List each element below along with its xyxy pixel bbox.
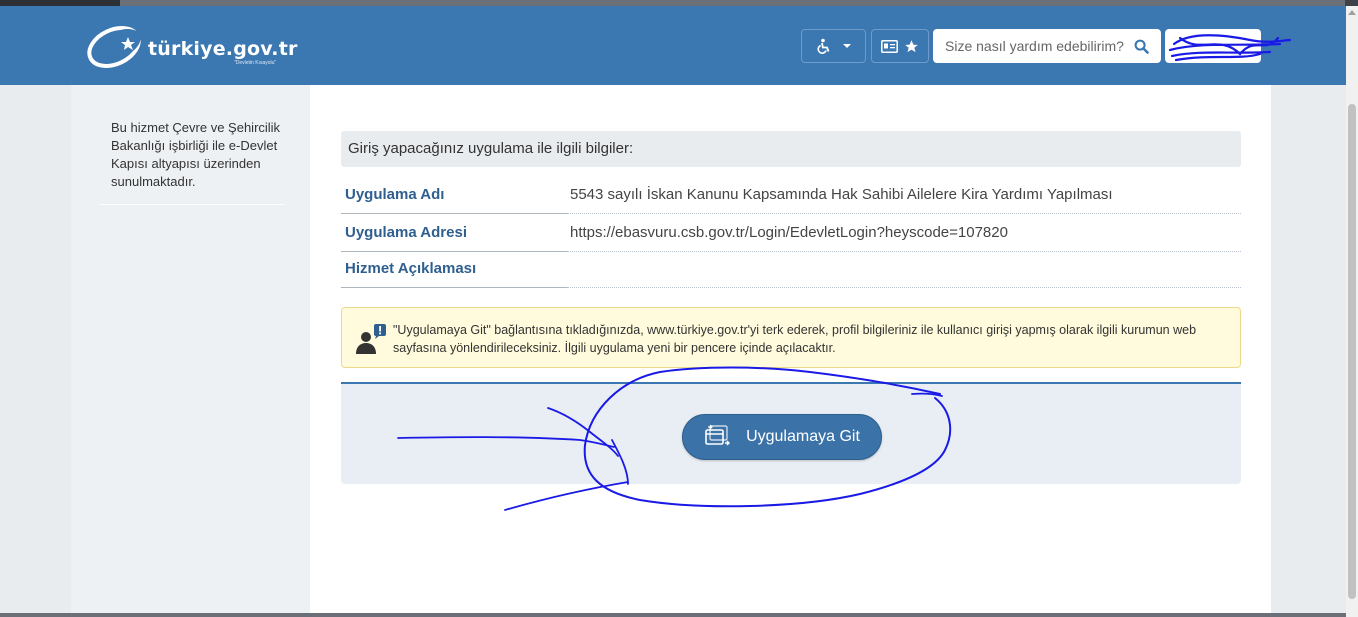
row-value: https://ebasvuru.csb.gov.tr/Login/Edevle… [567, 214, 1241, 252]
chevron-down-icon [842, 44, 851, 48]
logo-tagline: "Devletin Kısayolu" [234, 60, 277, 66]
row-value: 5543 sayılı İskan Kanunu Kapsamında Hak … [567, 176, 1241, 214]
user-alert-icon [356, 324, 386, 354]
go-to-application-button[interactable]: Uygulamaya Git [682, 414, 882, 460]
notice-text: "Uygulamaya Git" bağlantısına tıkladığın… [393, 323, 1197, 355]
info-section-header: Giriş yapacağınız uygulama ile ilgili bi… [341, 131, 1241, 167]
page-scrollbar[interactable] [1346, 6, 1358, 617]
search-icon[interactable] [1134, 39, 1149, 54]
row-label: Hizmet Açıklaması [341, 250, 567, 288]
search-input[interactable] [943, 37, 1128, 55]
sidebar-divider [99, 204, 285, 205]
info-row-app-name: Uygulama Adı 5543 sayılı İskan Kanunu Ka… [341, 176, 1241, 214]
logo-wordmark: türkiye.gov.tr [148, 38, 298, 60]
go-button-label: Uygulamaya Git [746, 428, 860, 445]
action-area: Uygulamaya Git [341, 382, 1241, 484]
redirect-notice: "Uygulamaya Git" bağlantısına tıkladığın… [341, 307, 1241, 368]
wheelchair-icon [816, 38, 829, 54]
crescent-logo-icon [87, 26, 141, 68]
star-icon [905, 39, 918, 52]
scroll-up-icon[interactable] [1348, 10, 1356, 15]
external-window-icon [705, 424, 731, 446]
sidebar-provider-note: Bu hizmet Çevre ve Şehircilik Bakanlığı … [111, 120, 281, 189]
turkiye-gov-logo[interactable]: türkiye.gov.tr "Devletin Kısayolu" [84, 20, 297, 72]
redaction-scribble [1168, 34, 1292, 62]
site-header: türkiye.gov.tr "Devletin Kısayolu" [0, 6, 1346, 85]
row-label: Uygulama Adı [341, 176, 567, 214]
id-card-icon [881, 39, 898, 53]
row-value [567, 250, 1241, 288]
favorites-button[interactable] [871, 29, 929, 63]
sidebar: Bu hizmet Çevre ve Şehircilik Bakanlığı … [71, 85, 310, 613]
row-label: Uygulama Adresi [341, 214, 567, 252]
main-content: Giriş yapacağınız uygulama ile ilgili bi… [310, 85, 1271, 613]
info-row-service-description: Hizmet Açıklaması [341, 250, 1241, 288]
bottom-border [0, 613, 1346, 617]
scrollbar-thumb[interactable] [1348, 104, 1356, 599]
search-box [933, 29, 1161, 63]
info-row-app-address: Uygulama Adresi https://ebasvuru.csb.gov… [341, 214, 1241, 252]
accessibility-button[interactable] [801, 29, 866, 63]
